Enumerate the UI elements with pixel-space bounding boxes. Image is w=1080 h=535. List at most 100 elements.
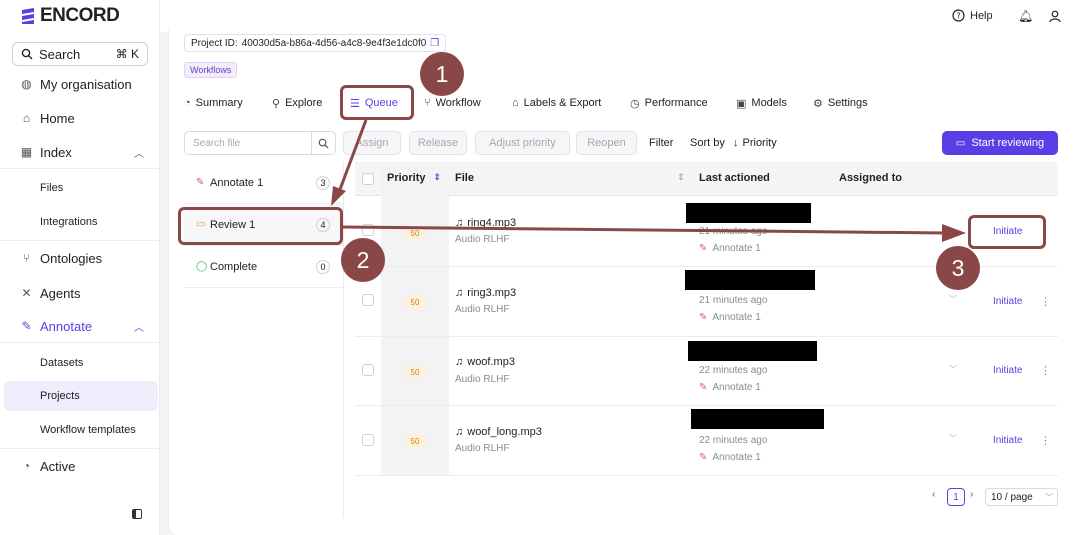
collapse-sidebar-icon[interactable]: [132, 509, 142, 519]
more-icon[interactable]: ⋮: [1040, 434, 1051, 447]
redaction-bar: [691, 409, 824, 429]
tab-labels-export[interactable]: ⌂ Labels & Export: [512, 94, 601, 112]
nav-label: My organisation: [40, 76, 132, 92]
stage-complete[interactable]: ◯ Complete 0: [184, 246, 344, 288]
nav-home[interactable]: ⌂ Home: [0, 103, 160, 133]
file-label: woof.mp3: [467, 356, 515, 368]
grid-icon: ▦: [20, 144, 33, 159]
nav-datasets[interactable]: Datasets: [4, 348, 158, 378]
initiate-button[interactable]: Initiate: [993, 296, 1022, 307]
prev-page-icon[interactable]: ‹: [932, 489, 935, 500]
initiate-button[interactable]: Initiate: [993, 435, 1022, 446]
nav-active[interactable]: ◔ Active: [0, 451, 160, 481]
encord-logo-icon: [22, 8, 34, 24]
chevron-down-icon[interactable]: ﹀: [949, 364, 957, 375]
tag-icon: ⌂: [512, 97, 519, 109]
tab-label: Labels & Export: [523, 97, 602, 109]
row-checkbox[interactable]: [362, 224, 374, 236]
check-circle-icon: ◯: [196, 260, 208, 272]
tab-summary[interactable]: ◔ Summary: [184, 94, 243, 112]
workflows-badge: Workflows: [184, 62, 238, 78]
chevron-down-icon[interactable]: ﹀: [949, 433, 957, 444]
adjust-priority-button[interactable]: Adjust priority: [475, 131, 570, 155]
step-marker-2: 2: [341, 238, 385, 282]
page-size-label: 10 / page: [991, 491, 1033, 503]
last-actioned-time: 21 minutes ago: [699, 226, 768, 237]
stage-label: Annotate 1: [210, 176, 264, 189]
nav-annotate[interactable]: ✎ Annotate ︿: [0, 311, 160, 341]
nav-workflow-templates[interactable]: Workflow templates: [4, 415, 158, 445]
search-button[interactable]: Search ⌘ K: [12, 42, 148, 66]
header-priority[interactable]: Priority ⇕: [387, 172, 441, 184]
reopen-button[interactable]: Reopen: [576, 131, 637, 155]
nav-label: Datasets: [40, 357, 84, 369]
sidebar: ENCORD Search ⌘ K ◍ My organisation ⌂ Home…: [0, 0, 160, 535]
tab-label: Explore: [285, 97, 323, 109]
file-name[interactable]: ♫ ring4.mp3: [455, 217, 516, 229]
annotate-icon: ✎: [196, 176, 205, 188]
sort-icon: ⇕: [433, 172, 442, 182]
nav-my-organisation[interactable]: ◍ My organisation: [0, 69, 160, 99]
step-marker-3: 3: [936, 246, 980, 290]
start-reviewing-button[interactable]: ▭ Start reviewing: [942, 131, 1058, 155]
nav-agents[interactable]: ✕ Agents: [0, 278, 160, 308]
tab-label: Performance: [644, 97, 708, 109]
header-last-actioned[interactable]: Last actioned: [699, 172, 770, 184]
nav-label: Integrations: [40, 216, 98, 228]
last-actioned-time: 22 minutes ago: [699, 435, 768, 446]
row-checkbox[interactable]: [362, 294, 374, 306]
tab-explore[interactable]: ⚲ Explore: [272, 94, 322, 112]
more-icon[interactable]: ⋮: [1040, 295, 1051, 308]
audio-file-icon: ♫: [455, 426, 464, 438]
sort-field-button[interactable]: ↓ Priority: [733, 137, 777, 149]
redaction-bar: [688, 341, 817, 361]
tab-performance[interactable]: ◷ Performance: [630, 94, 708, 112]
stage-label: Annotate 1: [712, 312, 761, 323]
select-all-checkbox[interactable]: [362, 173, 374, 185]
page-number[interactable]: 1: [947, 488, 965, 506]
file-label: woof_long.mp3: [467, 426, 542, 438]
search-label: Search: [39, 46, 81, 62]
last-stage: ✎ Annotate 1: [699, 382, 761, 393]
topbar: [160, 0, 1080, 32]
help-button[interactable]: ? Help: [952, 9, 993, 22]
redaction-bar: [686, 203, 811, 223]
initiate-button[interactable]: Initiate: [993, 365, 1022, 376]
tab-workflow[interactable]: ⑂ Workflow: [424, 94, 481, 112]
sort-icon[interactable]: ⇕: [677, 172, 685, 183]
search-file-input[interactable]: Search file: [184, 131, 336, 155]
copy-icon[interactable]: ❐: [430, 38, 439, 49]
file-type: Audio RLHF: [455, 443, 510, 454]
file-name[interactable]: ♫ woof.mp3: [455, 356, 515, 368]
nav-projects[interactable]: Projects: [4, 381, 158, 411]
nav-integrations[interactable]: Integrations: [4, 207, 158, 237]
release-button[interactable]: Release: [409, 131, 467, 155]
chevron-down-icon[interactable]: ﹀: [949, 294, 957, 305]
file-name[interactable]: ♫ woof_long.mp3: [455, 426, 542, 438]
stage-annotate-1[interactable]: ✎ Annotate 1 3: [184, 162, 344, 204]
audio-file-icon: ♫: [455, 217, 464, 229]
tab-settings[interactable]: ⚙ Settings: [813, 94, 868, 112]
user-icon[interactable]: [1049, 10, 1061, 23]
file-name[interactable]: ♫ ring3.mp3: [455, 287, 516, 299]
nav-files[interactable]: Files: [4, 173, 158, 203]
row-checkbox[interactable]: [362, 364, 374, 376]
filter-button[interactable]: Filter: [649, 137, 673, 149]
encord-logo[interactable]: ENCORD: [20, 5, 120, 26]
project-id-label: Project ID:: [191, 37, 238, 49]
page-size-select[interactable]: 10 / page ﹀: [985, 488, 1058, 506]
priority-badge: 50: [404, 295, 426, 309]
priority-badge: 50: [404, 434, 426, 448]
header-file[interactable]: File: [455, 172, 474, 184]
bell-icon[interactable]: 🔔︎: [1018, 9, 1033, 23]
nav-index[interactable]: ▦ Index ︿: [0, 137, 160, 167]
more-icon[interactable]: ⋮: [1040, 364, 1051, 377]
assign-button[interactable]: Assign: [343, 131, 401, 155]
header-assigned-to[interactable]: Assigned to: [839, 172, 902, 184]
next-page-icon[interactable]: ›: [970, 489, 973, 500]
row-checkbox[interactable]: [362, 434, 374, 446]
annotate-icon: ✎: [699, 382, 708, 393]
search-icon[interactable]: [311, 132, 335, 154]
tab-models[interactable]: ▣ Models: [736, 94, 787, 112]
nav-ontologies[interactable]: ⑂ Ontologies: [0, 243, 160, 273]
